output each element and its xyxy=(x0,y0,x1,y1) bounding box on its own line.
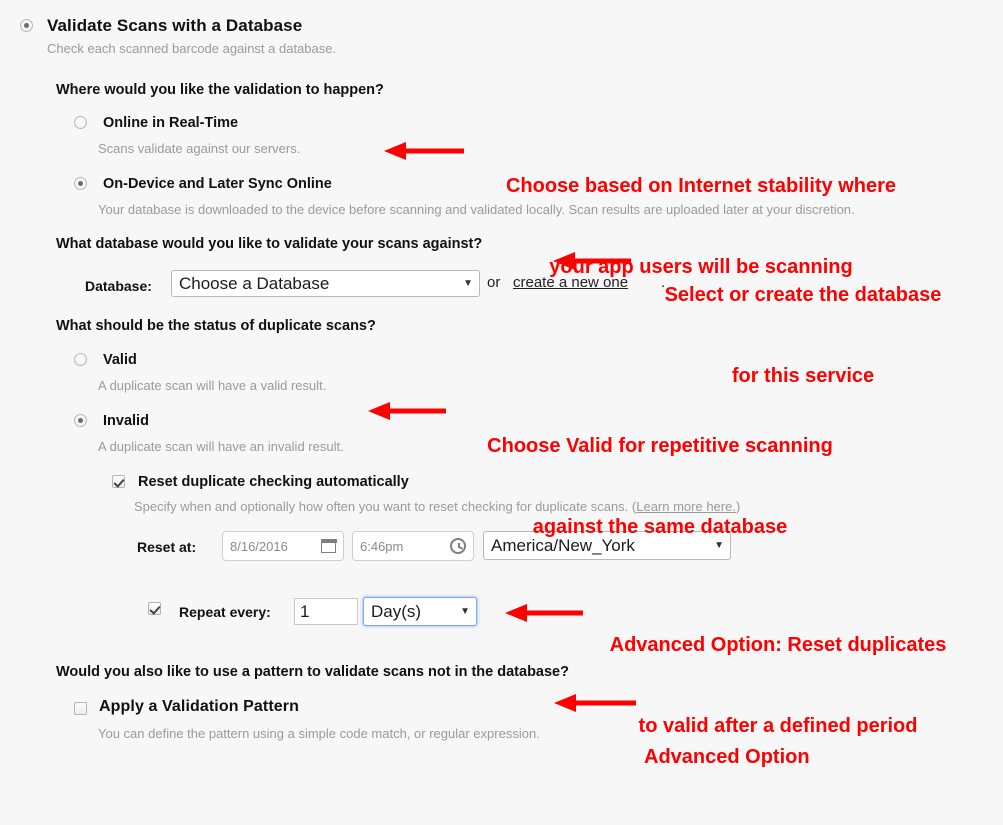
annotation-arrow-1 xyxy=(384,142,464,160)
page-subtitle: Check each scanned barcode against a dat… xyxy=(47,41,337,56)
calendar-icon[interactable] xyxy=(320,538,337,553)
sub-online-realtime: Scans validate against our servers. xyxy=(98,141,301,156)
label-reset-duplicate-auto: Reset duplicate checking automatically xyxy=(138,474,409,490)
radio-indicator[interactable] xyxy=(74,353,87,366)
question-where-validation: Where would you like the validation to h… xyxy=(56,82,384,98)
annotation-4-line1: Advanced Option: Reset duplicates xyxy=(609,634,947,656)
repeat-unit-select[interactable]: Day(s) ▼ xyxy=(363,597,477,626)
question-which-database: What database would you like to validate… xyxy=(56,236,483,252)
question-validation-pattern: Would you also like to use a pattern to … xyxy=(56,664,569,680)
checkbox-apply-validation-pattern[interactable] xyxy=(74,702,87,720)
sub-duplicate-valid: A duplicate scan will have a valid resul… xyxy=(98,378,327,393)
annotation-3: Choose Valid for repetitive scanning aga… xyxy=(449,379,871,595)
radio-on-device-sync[interactable] xyxy=(74,177,87,195)
label-database: Database: xyxy=(85,278,152,294)
repeat-interval-value: 1 xyxy=(300,601,310,621)
label-repeat-every: Repeat every: xyxy=(179,604,271,620)
label-online-realtime: Online in Real-Time xyxy=(103,115,239,131)
annotation-3-line1: Choose Valid for repetitive scanning xyxy=(487,435,833,457)
radio-indicator[interactable] xyxy=(74,116,87,129)
option-radio-validate-scans[interactable] xyxy=(20,19,33,37)
sub-duplicate-invalid: A duplicate scan will have an invalid re… xyxy=(98,439,344,454)
annotation-3-line2: against the same database xyxy=(532,516,788,538)
label-on-device-sync: On-Device and Later Sync Online xyxy=(103,176,332,192)
annotation-5: Advanced Option xyxy=(644,690,810,825)
annotation-arrow-2 xyxy=(553,252,631,270)
database-select-value: Choose a Database xyxy=(179,273,330,293)
label-apply-validation-pattern: Apply a Validation Pattern xyxy=(99,698,299,715)
chevron-down-icon: ▼ xyxy=(460,605,470,617)
repeat-interval-input[interactable]: 1 xyxy=(294,598,358,625)
annotation-arrow-5 xyxy=(554,694,636,712)
radio-indicator[interactable] xyxy=(20,19,33,32)
reset-date-value: 8/16/2016 xyxy=(230,538,288,554)
question-duplicate-status: What should be the status of duplicate s… xyxy=(56,318,376,334)
checkbox-reset-duplicate-auto[interactable] xyxy=(112,475,125,493)
annotation-arrow-3 xyxy=(368,402,446,420)
annotation-1-line1: Choose based on Internet stability where xyxy=(505,175,897,197)
checkbox-indicator[interactable] xyxy=(112,475,125,488)
radio-duplicate-invalid[interactable] xyxy=(74,414,87,432)
repeat-unit-value: Day(s) xyxy=(371,601,422,621)
label-duplicate-valid: Valid xyxy=(103,352,137,368)
checkbox-indicator[interactable] xyxy=(74,702,87,715)
page-title: Validate Scans with a Database xyxy=(47,16,303,35)
checkbox-repeat-every[interactable] xyxy=(148,602,161,620)
reset-date-input[interactable]: 8/16/2016 xyxy=(222,531,344,561)
database-select[interactable]: Choose a Database ▼ xyxy=(171,270,480,297)
validation-settings-page: Validate Scans with a Database Check eac… xyxy=(0,0,1003,768)
radio-indicator[interactable] xyxy=(74,414,87,427)
label-duplicate-invalid: Invalid xyxy=(103,413,149,429)
checkbox-indicator[interactable] xyxy=(148,602,161,615)
radio-indicator[interactable] xyxy=(74,177,87,190)
annotation-5-line1: Advanced Option xyxy=(644,746,810,768)
label-reset-at: Reset at: xyxy=(137,539,197,555)
reset-time-value: 6:46pm xyxy=(360,538,404,554)
radio-online-realtime[interactable] xyxy=(74,116,87,134)
annotation-2-line1: Select or create the database xyxy=(664,284,942,306)
sub-apply-validation-pattern: You can define the pattern using a simpl… xyxy=(98,726,540,741)
radio-duplicate-valid[interactable] xyxy=(74,353,87,371)
